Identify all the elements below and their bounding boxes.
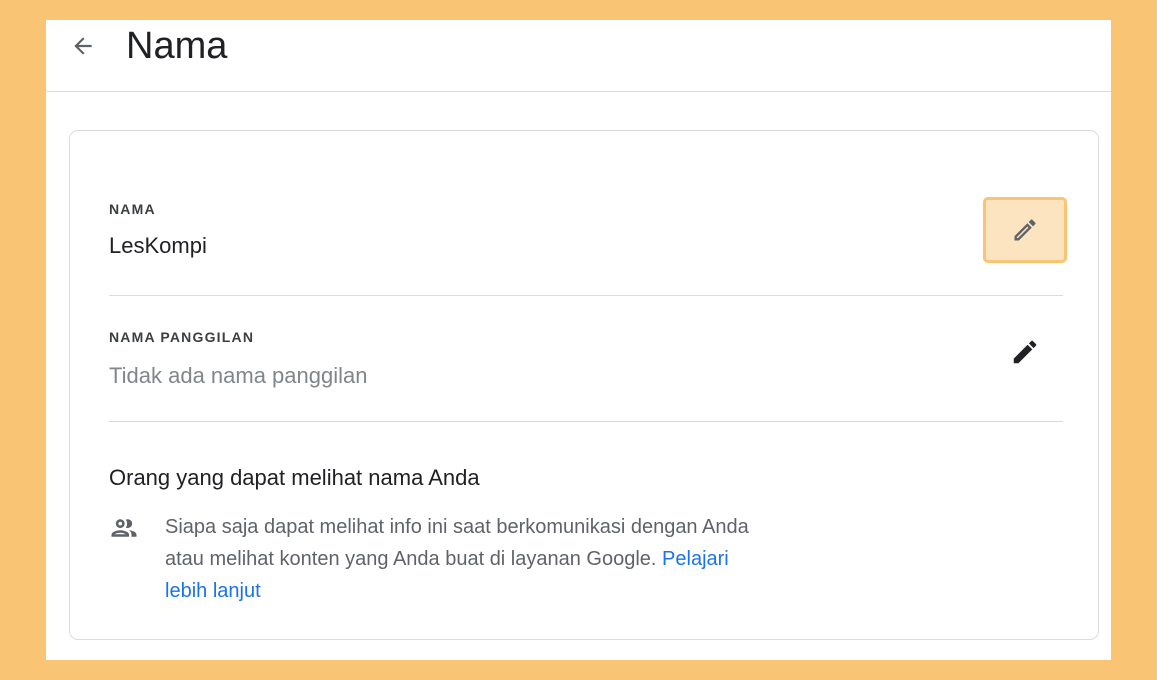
- pencil-icon: [1013, 340, 1037, 364]
- edit-name-button[interactable]: [983, 197, 1067, 263]
- name-row: NAMA LesKompi: [109, 131, 1067, 296]
- nickname-label: NAMA PANGGILAN: [109, 329, 255, 345]
- name-card: NAMA LesKompi NAMA PANGGILAN Tidak ada n…: [69, 130, 1099, 640]
- name-value: LesKompi: [109, 233, 207, 258]
- visibility-section: Orang yang dapat melihat nama Anda Siapa…: [109, 421, 1063, 621]
- pencil-icon: [1014, 219, 1036, 241]
- edit-nickname-button[interactable]: [983, 319, 1067, 385]
- back-button[interactable]: [66, 29, 100, 63]
- people-icon: [111, 519, 137, 537]
- account-page: Nama NAMA LesKompi NAMA PANGGILAN Tidak …: [46, 20, 1111, 660]
- nickname-row: NAMA PANGGILAN Tidak ada nama panggilan: [109, 295, 1063, 422]
- name-label: NAMA: [109, 201, 156, 217]
- nickname-placeholder: Tidak ada nama panggilan: [109, 363, 368, 388]
- page-title: Nama: [126, 25, 228, 67]
- visibility-title: Orang yang dapat melihat nama Anda: [109, 465, 480, 490]
- visibility-description: Siapa saja dapat melihat info ini saat b…: [165, 511, 765, 607]
- top-bar: Nama: [46, 20, 1111, 92]
- arrow-back-icon: [74, 37, 92, 55]
